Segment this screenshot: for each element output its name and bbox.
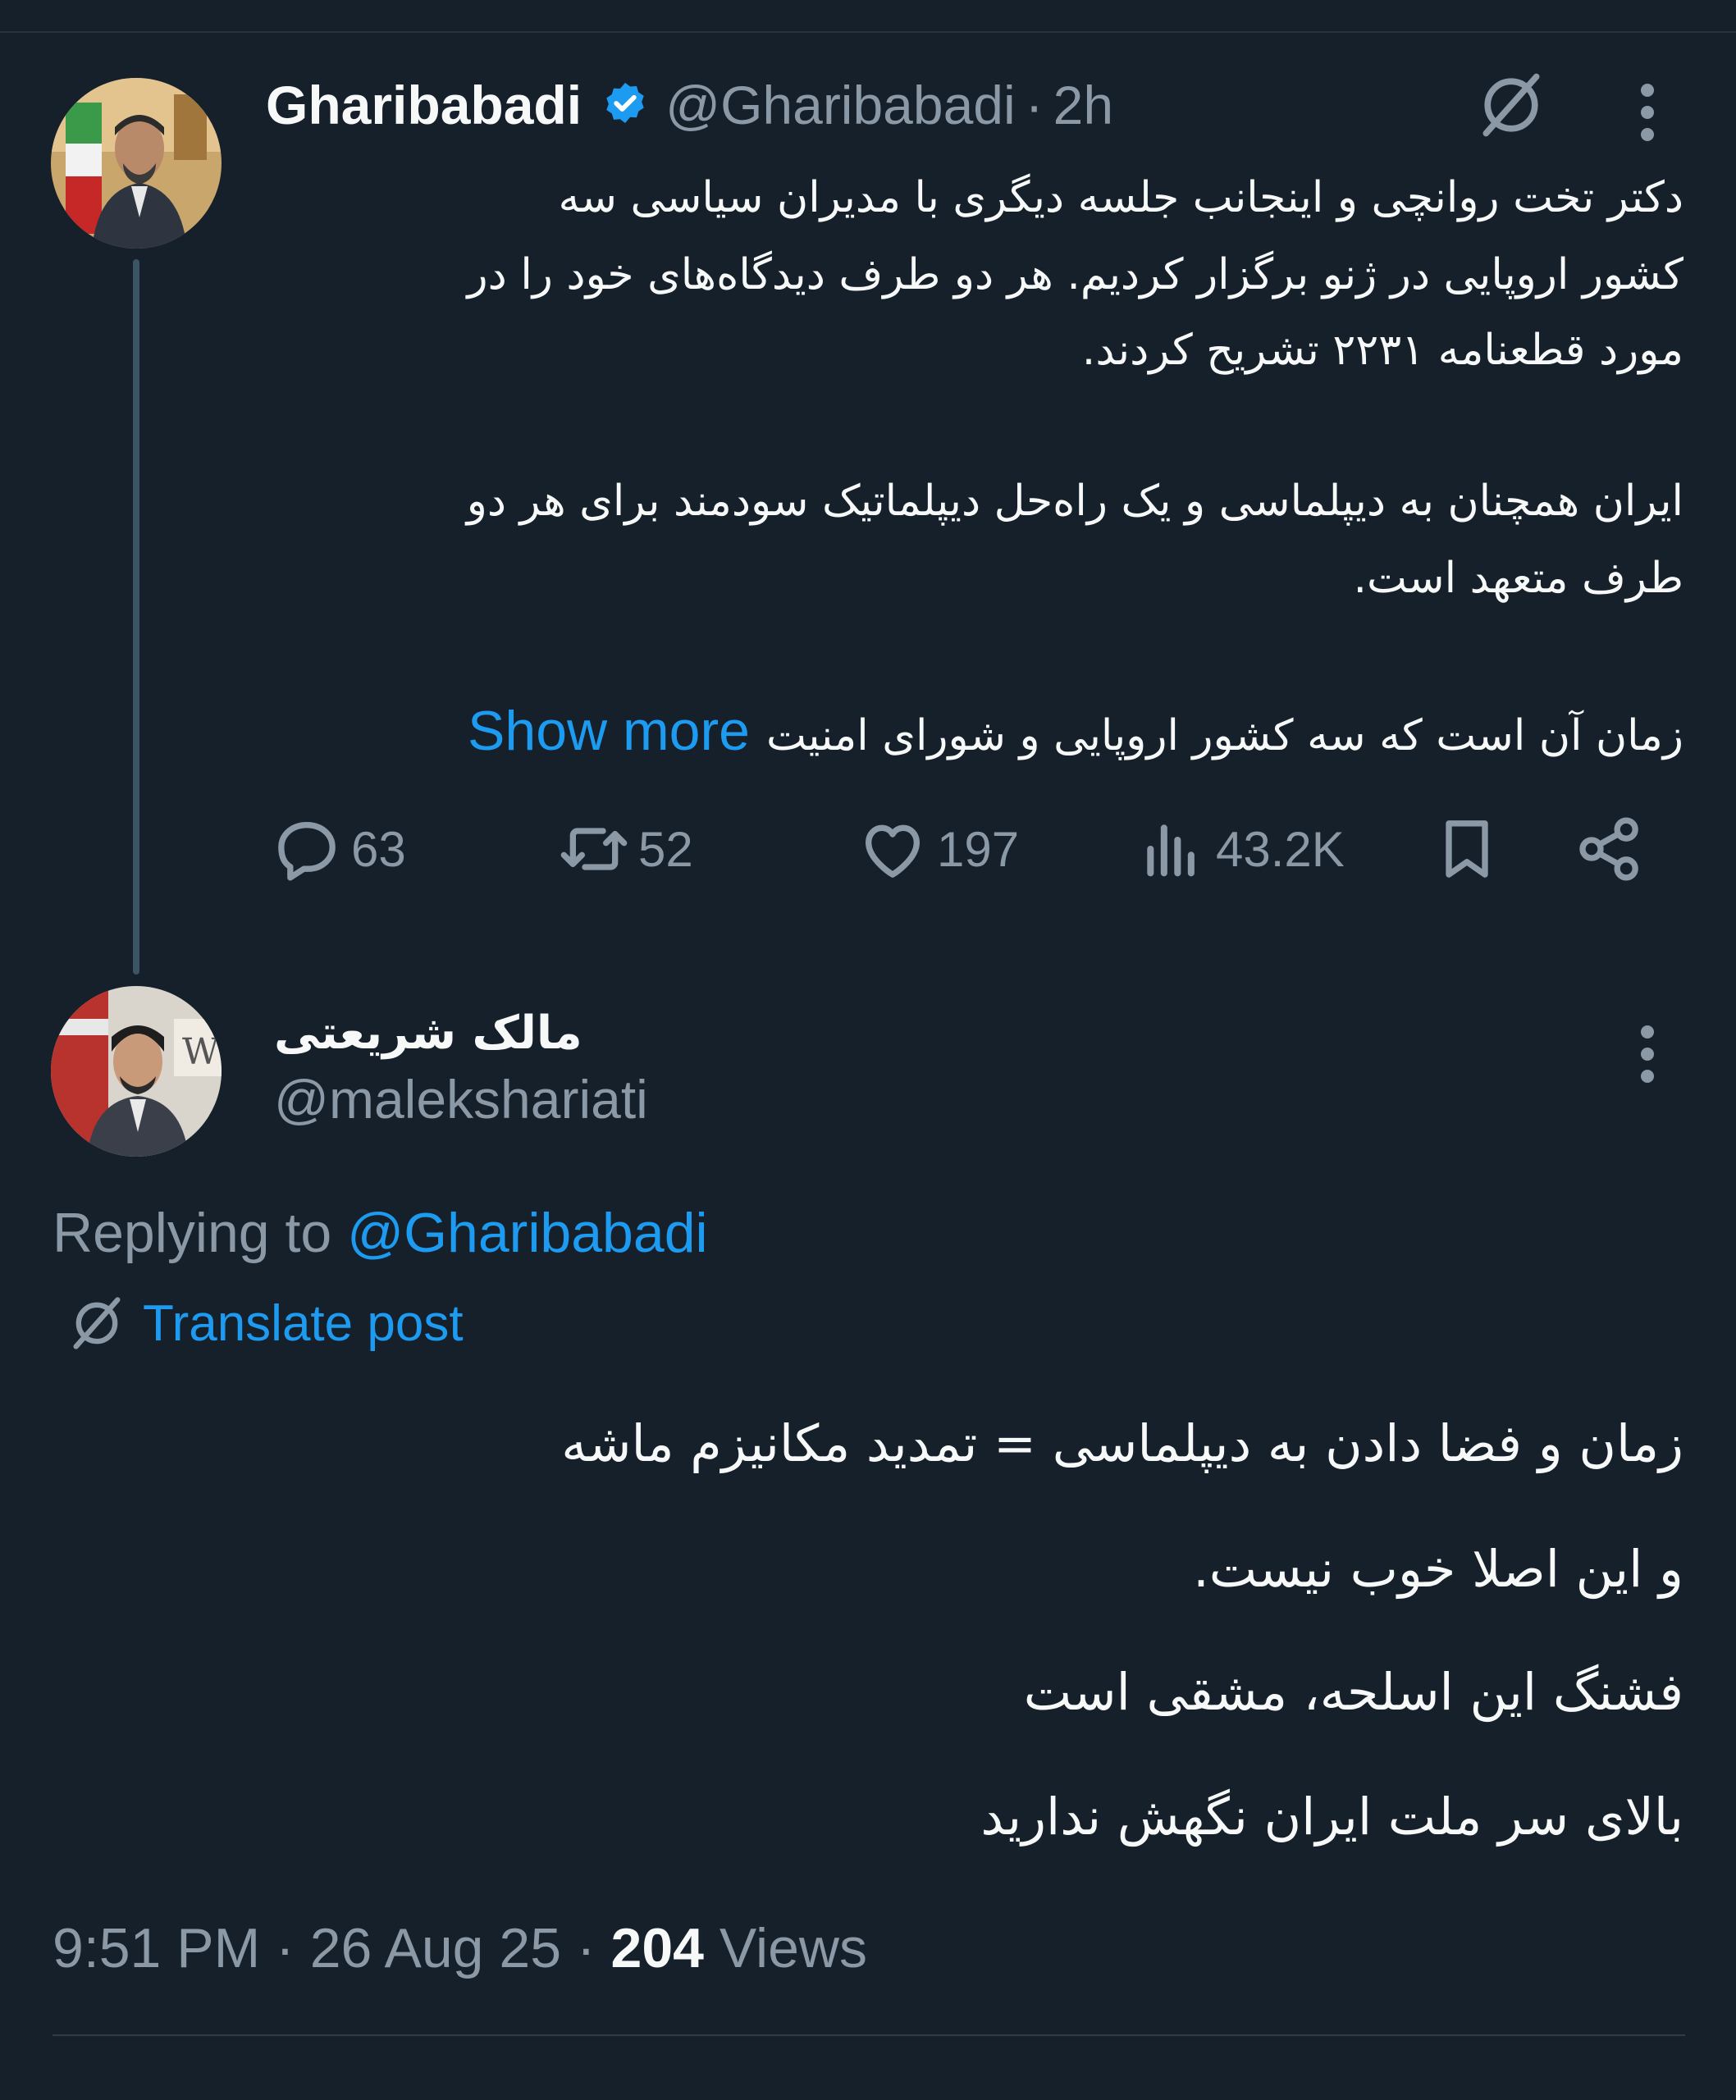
top-divider <box>0 31 1736 33</box>
avatar-photo: W <box>51 986 222 1157</box>
replying-prefix: Replying to <box>53 1202 332 1264</box>
repost-button[interactable]: 52 <box>558 808 693 890</box>
handle[interactable]: @malekshariati <box>274 1066 648 1132</box>
reply-button[interactable]: 63 <box>271 808 406 890</box>
post-time[interactable]: 9:51 PM <box>53 1917 260 1979</box>
translate-icon <box>73 1297 121 1349</box>
timestamp[interactable]: 2h <box>1053 74 1113 136</box>
verified-badge-icon <box>606 82 644 123</box>
repost-count: 52 <box>638 821 693 877</box>
tweet-metadata: 9:51 PM · 26 Aug 25 · 204 Views <box>53 1911 867 1985</box>
translate-label: Translate post <box>143 1294 464 1352</box>
reply-text-line: و این اصلا خوب نیست. <box>1193 1539 1683 1599</box>
separator-dot: · <box>276 1917 295 1979</box>
bookmark-button[interactable] <box>1431 808 1511 890</box>
avatar-gharibabadi[interactable] <box>51 78 222 249</box>
replying-to-line: Replying to @Gharibabadi <box>53 1198 708 1268</box>
avatar-malekshariati[interactable]: W <box>51 986 222 1157</box>
post-date[interactable]: 26 Aug 25 <box>310 1917 561 1979</box>
bookmark-icon <box>1446 820 1488 878</box>
display-name[interactable]: Gharibabadi <box>266 74 582 136</box>
handle[interactable]: @Gharibabadi <box>665 74 1016 136</box>
avatar-photo <box>51 78 222 249</box>
parent-tweet-header: Gharibabadi @Gharibabadi · 2h <box>266 72 1113 138</box>
replying-to-mention[interactable]: @Gharibabadi <box>347 1202 708 1264</box>
separator-dot: · <box>576 1917 596 1979</box>
tweet-text-line-truncated: زمان آن است که سه کشور اروپایی و شورای ا… <box>468 692 1683 774</box>
thread-connector-line <box>133 259 139 975</box>
like-button[interactable]: 197 <box>857 808 1019 890</box>
heart-icon <box>866 824 920 878</box>
grok-icon[interactable] <box>1473 67 1549 143</box>
tweet-text-line: کشور اروپایی در ژنو برگزار کردیم. هر دو … <box>467 250 1683 299</box>
display-name[interactable]: مالک شریعتی <box>274 1001 582 1066</box>
tweet-text-line: طرف متعهد است. <box>1353 554 1683 603</box>
reply-text-line: فشنگ این اسلحه، مشقی است <box>1023 1662 1683 1722</box>
reply-count: 63 <box>351 821 406 877</box>
views-chart-icon <box>1147 824 1195 877</box>
translate-post-button[interactable]: Translate post <box>66 1288 464 1358</box>
tweet-text-line: دکتر تخت روانچی و اینجانب جلسه دیگری با … <box>558 173 1684 222</box>
repost-icon <box>560 828 628 870</box>
reply-text-line: بالای سر ملت ایران نگهش ندارید <box>980 1787 1683 1847</box>
more-vertical-icon[interactable] <box>1629 1024 1665 1084</box>
svg-text:W: W <box>182 1031 220 1073</box>
show-more-link[interactable]: Show more <box>468 700 750 762</box>
tweet-text-line: ایران همچنان به دیپلماسی و یک راه‌حل دیپ… <box>466 477 1683 526</box>
bottom-divider <box>53 2034 1685 2036</box>
tweet-text-fragment: زمان آن است که سه کشور اروپایی و شورای ا… <box>765 711 1683 760</box>
view-count: 43.2K <box>1216 821 1345 877</box>
share-icon <box>1579 817 1638 881</box>
reply-text-line: زمان و فضا دادن به دیپلماسی = تمدید مکان… <box>561 1413 1683 1473</box>
share-button[interactable] <box>1574 808 1654 890</box>
views-label: Views <box>719 1917 868 1979</box>
more-vertical-icon[interactable] <box>1629 82 1665 143</box>
views-button[interactable]: 43.2K <box>1135 808 1345 890</box>
like-count: 197 <box>937 821 1020 877</box>
views-count: 204 <box>610 1917 704 1979</box>
reply-icon <box>278 822 336 881</box>
separator-dot: · <box>1025 75 1044 135</box>
tweet-text-line: مورد قطعنامه ۲۲۳۱ تشریح کردند. <box>1081 326 1683 375</box>
